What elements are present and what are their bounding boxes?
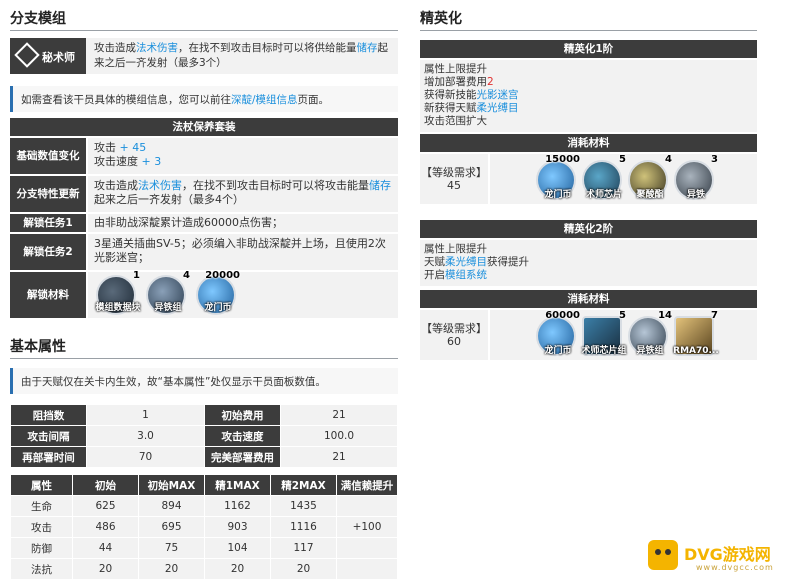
lmd-icon[interactable]: 60000 龙门币: [536, 310, 580, 356]
attr-section-title: 基本属性: [10, 339, 66, 355]
orirock-icon[interactable]: 4 异铁组: [146, 270, 190, 315]
attr-note: 由于天赋仅在关卡内生效，故“基本属性”处仅显示干员面板数值。: [10, 368, 398, 394]
module-note: 如需查看该干员具体的模组信息，您可以前往深靛/模组信息页面。: [10, 86, 398, 112]
elite2-header: 精英化2阶: [420, 220, 757, 238]
divider: [10, 358, 398, 359]
elite2-mat-header: 消耗材料: [420, 290, 757, 308]
unlock-mat-cell: 1 模组数据块 4 异铁组 20000 龙门币: [88, 270, 398, 318]
oriron-icon[interactable]: 3 异铁: [674, 154, 718, 200]
caster-icon: [14, 42, 40, 68]
watermark-brand: DVG游戏网: [684, 545, 771, 564]
oriron-cluster-icon[interactable]: 14 异铁组: [628, 310, 672, 356]
module-info-link[interactable]: 深靛/模组信息: [231, 94, 298, 106]
caster-chipset-icon[interactable]: 5 术师芯片组: [581, 310, 627, 356]
watermark-url: www.dvgcc.com: [696, 563, 774, 572]
info-table: 阻挡数 1 初始费用 21 攻击间隔 3.0 攻击速度 100.0 再部署时间 …: [10, 404, 398, 468]
branch-badge: 秘术师: [10, 38, 86, 74]
unlock-mat-label: 解锁材料: [10, 272, 86, 318]
elite1-mat-cell: 15000 龙门币 5 术师芯片 4 聚酸酯 3 异铁: [490, 154, 757, 204]
table-row: 攻击 486 695 903 1116 +100: [10, 516, 398, 538]
watermark-logo: [648, 540, 678, 570]
table-row: 攻击间隔 3.0 攻击速度 100.0: [10, 425, 398, 447]
data-block-icon[interactable]: 1 模组数据块: [95, 270, 141, 315]
stat-header-row: 属性 初始 初始MAX 精1MAX 精2MAX 满信赖提升: [10, 474, 398, 496]
elite1-req: 【等级需求】 45: [420, 154, 488, 204]
elite1-header: 精英化1阶: [420, 40, 757, 58]
elite2-mat-cell: 60000 龙门币 5 术师芯片组 14 异铁组 7 RMA70...: [490, 310, 757, 360]
trait-label: 分支特性更新: [10, 176, 86, 212]
stat-table: 属性 初始 初始MAX 精1MAX 精2MAX 满信赖提升 生命 625 894 11…: [10, 474, 398, 580]
stat-change-values: 攻击 + 45 攻击速度 + 3: [88, 138, 398, 174]
task1-text: 由非助战深靛累计造成60000点伤害；: [88, 214, 398, 232]
elite1-mat-header: 消耗材料: [420, 134, 757, 152]
caster-chip-icon[interactable]: 5 术师芯片: [582, 154, 626, 200]
task2-label: 解锁任务2: [10, 234, 86, 270]
lmd-icon[interactable]: 15000 龙门币: [536, 154, 580, 200]
elite2-req: 【等级需求】 60: [420, 310, 488, 360]
branch-desc: 攻击造成法术伤害，在找不到攻击目标时可以将供给能量储存起来之后一齐发射（最多3个…: [94, 42, 388, 69]
branch-row: 秘术师 攻击造成法术伤害，在找不到攻击目标时可以将供给能量储存起来之后一齐发射（…: [10, 38, 398, 74]
stat-change-label: 基础数值变化: [10, 138, 86, 174]
table-row: 法抗 20 20 20 20: [10, 558, 398, 580]
table-row: 防御 44 75 104 117: [10, 537, 398, 559]
task2-text: 3星通关插曲SV-5；必须编入非助战深靛并上场，且使用2次光影迷宫；: [88, 234, 398, 270]
branch-name: 秘术师: [42, 51, 75, 64]
table-row: 阻挡数 1 初始费用 21: [10, 404, 398, 426]
branch-section-title: 分支模组: [10, 11, 66, 27]
trait-text: 攻击造成法术伤害，在找不到攻击目标时可以将攻击能量储存起来之后一齐发射（最多4个…: [88, 176, 398, 212]
elite2-effects: 属性上限提升 天赋柔光缚目获得提升 开启模组系统: [420, 240, 757, 286]
divider: [10, 30, 398, 31]
divider: [420, 30, 757, 31]
table-row: 生命 625 894 1162 1435: [10, 495, 398, 517]
lmd-icon[interactable]: 20000 龙门币: [196, 270, 240, 315]
task1-label: 解锁任务1: [10, 214, 86, 232]
rma-icon[interactable]: 7 RMA70...: [673, 310, 719, 356]
module-name: 法杖保养套装: [10, 118, 398, 136]
elite-section-title: 精英化: [420, 11, 462, 27]
table-row: 再部署时间 70 完美部署费用 21: [10, 446, 398, 468]
polyester-icon[interactable]: 4 聚酸酯: [628, 154, 672, 200]
elite1-effects: 属性上限提升 增加部署费用2 获得新技能光影迷宫 新获得天赋柔光缚目 攻击范围扩…: [420, 60, 757, 132]
